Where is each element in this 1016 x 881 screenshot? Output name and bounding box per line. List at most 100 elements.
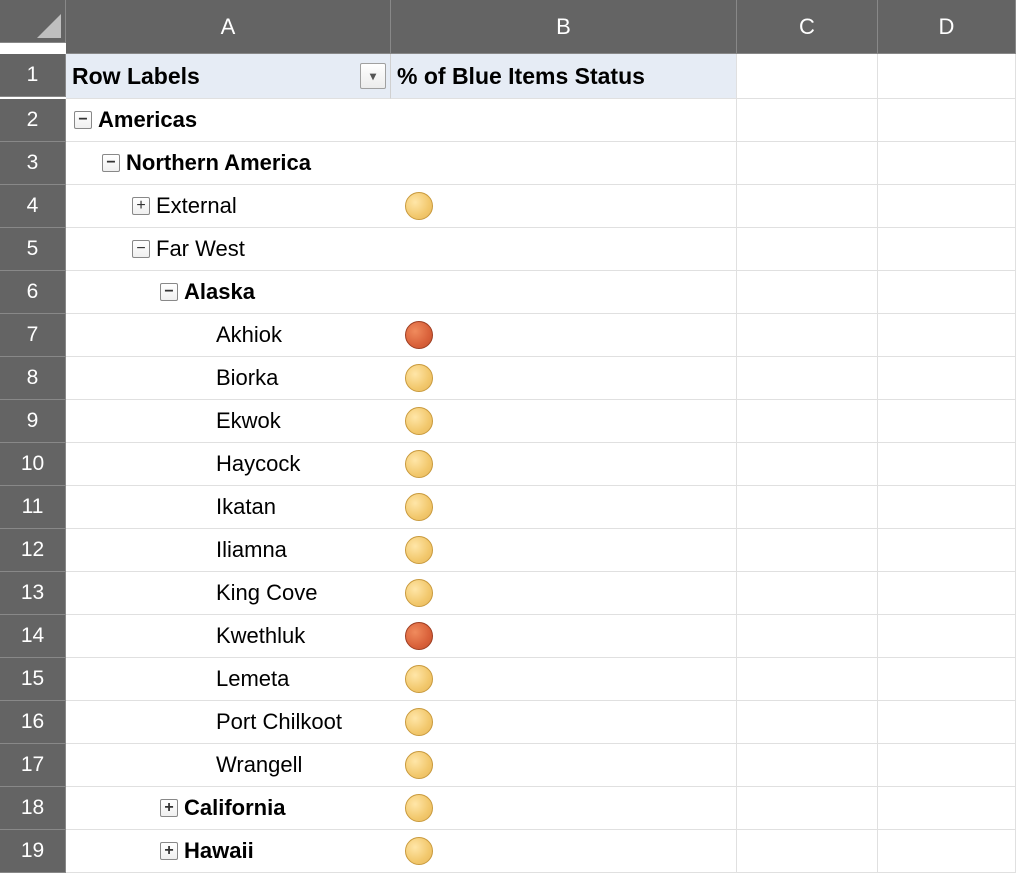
cell-c3[interactable] <box>737 142 878 185</box>
cell-d18[interactable] <box>878 787 1016 830</box>
cell-c14[interactable] <box>737 615 878 658</box>
status-cell-18[interactable] <box>391 787 737 830</box>
cell-c19[interactable] <box>737 830 878 873</box>
row-header-5[interactable]: 5 <box>0 228 66 271</box>
select-all-corner[interactable] <box>0 0 66 43</box>
cell-c18[interactable] <box>737 787 878 830</box>
row-header-9[interactable]: 9 <box>0 400 66 443</box>
status-cell-5[interactable] <box>391 228 737 271</box>
row-header-2[interactable]: 2 <box>0 99 66 142</box>
status-cell-8[interactable] <box>391 357 737 400</box>
row-header-1[interactable]: 1 <box>0 54 66 97</box>
column-header-c[interactable]: C <box>737 0 878 54</box>
cell-d9[interactable] <box>878 400 1016 443</box>
cell-d13[interactable] <box>878 572 1016 615</box>
row-header-18[interactable]: 18 <box>0 787 66 830</box>
cell-d12[interactable] <box>878 529 1016 572</box>
cell-d19[interactable] <box>878 830 1016 873</box>
status-cell-17[interactable] <box>391 744 737 787</box>
status-cell-7[interactable] <box>391 314 737 357</box>
pivot-header-pct-blue[interactable]: % of Blue Items Status <box>391 54 737 99</box>
pivot-row-8[interactable]: Biorka <box>66 357 391 400</box>
cell-c7[interactable] <box>737 314 878 357</box>
collapse-icon[interactable]: − <box>102 154 120 172</box>
status-cell-10[interactable] <box>391 443 737 486</box>
pivot-row-17[interactable]: Wrangell <box>66 744 391 787</box>
cell-d14[interactable] <box>878 615 1016 658</box>
pivot-row-19[interactable]: +Hawaii <box>66 830 391 873</box>
status-cell-6[interactable] <box>391 271 737 314</box>
pivot-row-14[interactable]: Kwethluk <box>66 615 391 658</box>
cell-d8[interactable] <box>878 357 1016 400</box>
cell-c17[interactable] <box>737 744 878 787</box>
cell-c11[interactable] <box>737 486 878 529</box>
cell-c16[interactable] <box>737 701 878 744</box>
collapse-icon[interactable]: − <box>74 111 92 129</box>
collapse-icon[interactable]: − <box>160 283 178 301</box>
cell-c4[interactable] <box>737 185 878 228</box>
row-header-3[interactable]: 3 <box>0 142 66 185</box>
row-labels-filter-button[interactable]: ▾ <box>360 63 386 89</box>
pivot-row-12[interactable]: Iliamna <box>66 529 391 572</box>
status-cell-9[interactable] <box>391 400 737 443</box>
pivot-row-18[interactable]: +California <box>66 787 391 830</box>
cell-d10[interactable] <box>878 443 1016 486</box>
row-header-4[interactable]: 4 <box>0 185 66 228</box>
status-cell-14[interactable] <box>391 615 737 658</box>
cell-c6[interactable] <box>737 271 878 314</box>
cell-c12[interactable] <box>737 529 878 572</box>
column-header-d[interactable]: D <box>878 0 1016 54</box>
expand-icon[interactable]: + <box>132 197 150 215</box>
cell-d15[interactable] <box>878 658 1016 701</box>
pivot-row-6[interactable]: −Alaska <box>66 271 391 314</box>
status-cell-4[interactable] <box>391 185 737 228</box>
status-cell-16[interactable] <box>391 701 737 744</box>
collapse-icon[interactable]: − <box>132 240 150 258</box>
cell-d2[interactable] <box>878 99 1016 142</box>
pivot-row-15[interactable]: Lemeta <box>66 658 391 701</box>
row-header-7[interactable]: 7 <box>0 314 66 357</box>
pivot-row-2[interactable]: −Americas <box>66 99 391 142</box>
column-header-a[interactable]: A <box>66 0 391 54</box>
pivot-row-13[interactable]: King Cove <box>66 572 391 615</box>
row-header-16[interactable]: 16 <box>0 701 66 744</box>
expand-icon[interactable]: + <box>160 799 178 817</box>
column-header-b[interactable]: B <box>391 0 737 54</box>
row-header-6[interactable]: 6 <box>0 271 66 314</box>
cell-d3[interactable] <box>878 142 1016 185</box>
status-cell-19[interactable] <box>391 830 737 873</box>
cell-d16[interactable] <box>878 701 1016 744</box>
expand-icon[interactable]: + <box>160 842 178 860</box>
cell-c9[interactable] <box>737 400 878 443</box>
row-header-15[interactable]: 15 <box>0 658 66 701</box>
cell-c15[interactable] <box>737 658 878 701</box>
row-header-17[interactable]: 17 <box>0 744 66 787</box>
pivot-row-16[interactable]: Port Chilkoot <box>66 701 391 744</box>
cell-d7[interactable] <box>878 314 1016 357</box>
pivot-row-10[interactable]: Haycock <box>66 443 391 486</box>
cell-d17[interactable] <box>878 744 1016 787</box>
pivot-header-row-labels[interactable]: Row Labels▾ <box>66 54 391 99</box>
cell-c1[interactable] <box>737 54 878 99</box>
cell-c10[interactable] <box>737 443 878 486</box>
cell-c2[interactable] <box>737 99 878 142</box>
cell-c5[interactable] <box>737 228 878 271</box>
cell-d5[interactable] <box>878 228 1016 271</box>
pivot-row-5[interactable]: −Far West <box>66 228 391 271</box>
pivot-row-4[interactable]: +External <box>66 185 391 228</box>
pivot-row-7[interactable]: Akhiok <box>66 314 391 357</box>
cell-c13[interactable] <box>737 572 878 615</box>
row-header-19[interactable]: 19 <box>0 830 66 873</box>
cell-d4[interactable] <box>878 185 1016 228</box>
status-cell-11[interactable] <box>391 486 737 529</box>
status-cell-13[interactable] <box>391 572 737 615</box>
cell-c8[interactable] <box>737 357 878 400</box>
status-cell-3[interactable] <box>391 142 737 185</box>
row-header-14[interactable]: 14 <box>0 615 66 658</box>
status-cell-15[interactable] <box>391 658 737 701</box>
row-header-12[interactable]: 12 <box>0 529 66 572</box>
row-header-13[interactable]: 13 <box>0 572 66 615</box>
cell-d6[interactable] <box>878 271 1016 314</box>
pivot-row-11[interactable]: Ikatan <box>66 486 391 529</box>
row-header-8[interactable]: 8 <box>0 357 66 400</box>
